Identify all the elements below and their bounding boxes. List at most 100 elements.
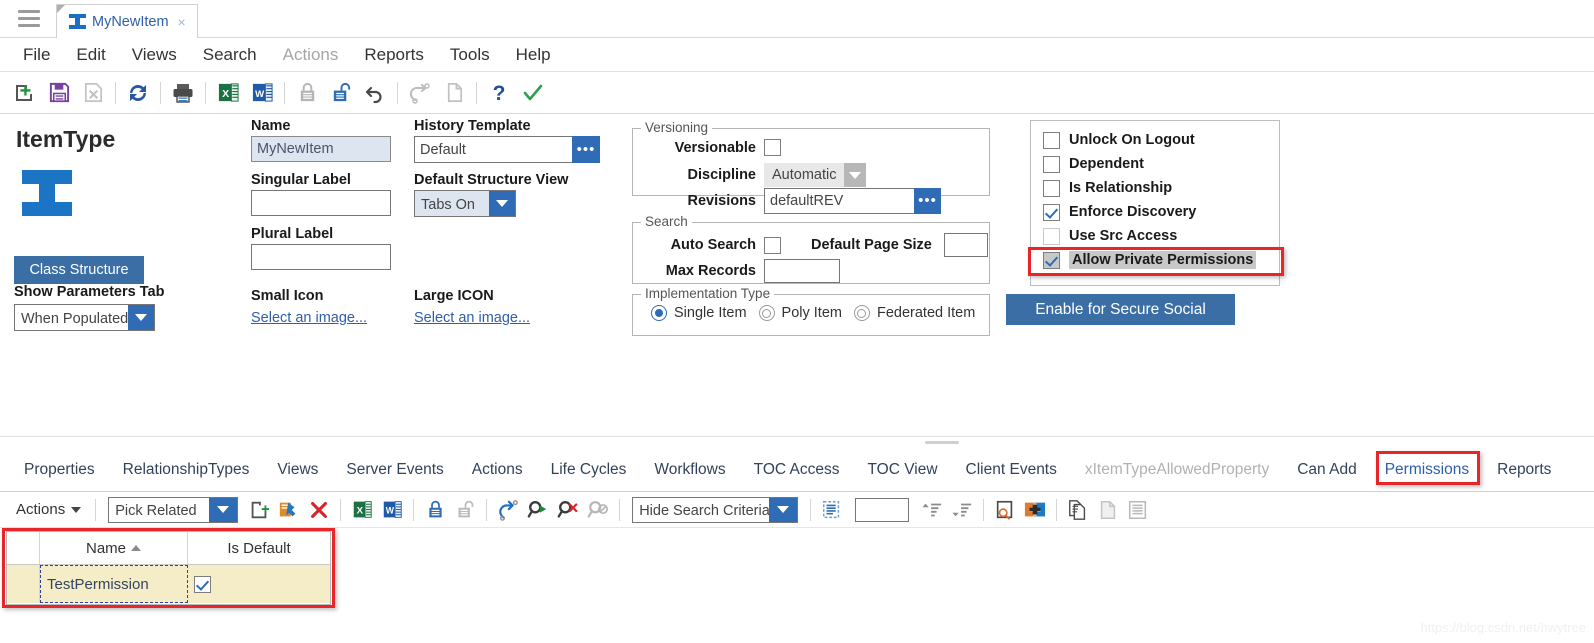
history-template-input[interactable]: Default bbox=[414, 136, 572, 163]
grid-header-is-default[interactable]: Is Default bbox=[188, 532, 330, 564]
search-in-page-icon[interactable] bbox=[990, 496, 1020, 524]
new-item-icon[interactable] bbox=[8, 76, 42, 110]
tab-client-events[interactable]: Client Events bbox=[952, 461, 1071, 479]
tab-views[interactable]: Views bbox=[263, 461, 332, 479]
singular-label-input[interactable] bbox=[251, 190, 391, 216]
small-icon-select-link[interactable]: Select an image... bbox=[251, 310, 367, 326]
refresh-icon[interactable] bbox=[121, 76, 155, 110]
revisions-input[interactable]: defaultREV bbox=[764, 188, 914, 214]
chevron-down-icon[interactable] bbox=[844, 163, 867, 187]
sort-ascending-icon[interactable] bbox=[917, 496, 947, 524]
tab-server-events[interactable]: Server Events bbox=[332, 461, 457, 479]
tab-workflows[interactable]: Workflows bbox=[640, 461, 739, 479]
print-icon[interactable] bbox=[166, 76, 200, 110]
default-page-size-input[interactable] bbox=[943, 233, 988, 257]
done-icon[interactable] bbox=[516, 76, 550, 110]
radio-federated-item[interactable] bbox=[853, 305, 870, 321]
radio-poly-item[interactable] bbox=[758, 305, 775, 321]
unlock-icon[interactable] bbox=[324, 76, 358, 110]
delete-row-icon[interactable] bbox=[304, 496, 334, 524]
flag-dependent[interactable]: Dependent bbox=[1031, 152, 1279, 176]
use-src-access-checkbox[interactable] bbox=[1043, 227, 1060, 245]
lock-icon[interactable] bbox=[420, 496, 450, 524]
tab-permissions[interactable]: Permissions bbox=[1371, 461, 1483, 479]
menu-item-file[interactable]: File bbox=[10, 43, 63, 67]
grid-header-name[interactable]: Name bbox=[40, 532, 188, 564]
max-records-input[interactable] bbox=[764, 259, 840, 283]
run-search-icon[interactable] bbox=[523, 496, 553, 524]
close-icon[interactable]: × bbox=[178, 15, 186, 29]
chevron-down-icon[interactable] bbox=[489, 191, 515, 216]
tab-properties[interactable]: Properties bbox=[10, 461, 109, 479]
grid-actions-menu[interactable]: Actions bbox=[8, 501, 89, 518]
menu-item-reports[interactable]: Reports bbox=[351, 43, 437, 67]
flag-is-relationship[interactable]: Is Relationship bbox=[1031, 176, 1279, 200]
flag-enforce-discovery[interactable]: Enforce Discovery bbox=[1031, 200, 1279, 224]
export-word-icon[interactable]: W bbox=[245, 76, 279, 110]
help-icon[interactable]: ? bbox=[482, 76, 516, 110]
is-relationship-checkbox[interactable] bbox=[1043, 179, 1060, 197]
revisions-label: Revisions bbox=[687, 193, 757, 209]
pick-item-icon[interactable] bbox=[274, 496, 304, 524]
revisions-browse-button[interactable]: ••• bbox=[914, 188, 941, 214]
tab-relationshiptypes[interactable]: RelationshipTypes bbox=[109, 461, 264, 479]
allow-private-permissions-checkbox[interactable] bbox=[1043, 251, 1060, 269]
menu-item-search[interactable]: Search bbox=[190, 43, 270, 67]
menu-item-views[interactable]: Views bbox=[119, 43, 190, 67]
is-default-checkbox[interactable] bbox=[194, 575, 211, 593]
undo-icon[interactable] bbox=[358, 76, 392, 110]
flag-use-src-access[interactable]: Use Src Access bbox=[1031, 224, 1279, 248]
hamburger-menu-icon[interactable] bbox=[18, 10, 40, 27]
flag-unlock-on-logout[interactable]: Unlock On Logout bbox=[1031, 128, 1279, 152]
tab-actions[interactable]: Actions bbox=[458, 461, 537, 479]
unlock-on-logout-checkbox[interactable] bbox=[1043, 131, 1060, 149]
new-relationship-icon[interactable] bbox=[244, 496, 274, 524]
default-structure-view-select[interactable]: Tabs On bbox=[414, 190, 516, 217]
plural-label-input[interactable] bbox=[251, 244, 391, 270]
versionable-row: Versionable bbox=[651, 139, 981, 156]
versionable-checkbox[interactable] bbox=[764, 139, 781, 156]
chevron-down-icon[interactable] bbox=[128, 305, 154, 330]
tab-reports[interactable]: Reports bbox=[1483, 461, 1565, 479]
class-structure-button[interactable]: Class Structure bbox=[14, 256, 144, 284]
clear-search-icon[interactable] bbox=[553, 496, 583, 524]
hide-search-criteria-select[interactable]: Hide Search Criteria bbox=[632, 496, 799, 523]
pane-splitter[interactable] bbox=[0, 436, 1594, 448]
splitter-handle[interactable] bbox=[925, 441, 959, 444]
tab-toc-access[interactable]: TOC Access bbox=[740, 461, 854, 479]
document-tab-mynewitem[interactable]: MyNewItem × bbox=[56, 4, 198, 38]
page-number-input[interactable] bbox=[855, 497, 910, 522]
promote-icon[interactable] bbox=[493, 496, 523, 524]
dependent-checkbox[interactable] bbox=[1043, 155, 1060, 173]
tab-can-add[interactable]: Can Add bbox=[1283, 461, 1370, 479]
flag-allow-private-permissions[interactable]: Allow Private Permissions bbox=[1031, 248, 1279, 272]
row-is-default-cell[interactable] bbox=[188, 565, 330, 603]
enable-for-secure-social-button[interactable]: Enable for Secure Social bbox=[1006, 294, 1235, 325]
export-excel-icon[interactable]: X bbox=[347, 496, 377, 524]
tab-toc-view[interactable]: TOC View bbox=[853, 461, 951, 479]
chevron-down-icon[interactable] bbox=[769, 497, 798, 522]
menu-item-help[interactable]: Help bbox=[503, 43, 564, 67]
menu-item-tools[interactable]: Tools bbox=[437, 43, 503, 67]
chevron-down-icon[interactable] bbox=[209, 497, 238, 522]
radio-single-item[interactable] bbox=[651, 305, 667, 321]
add-column-icon[interactable] bbox=[1020, 496, 1050, 524]
export-word-icon[interactable]: W bbox=[377, 496, 407, 524]
show-parameters-tab-select[interactable]: When Populated bbox=[14, 304, 155, 331]
discipline-select[interactable]: Automatic bbox=[764, 163, 867, 187]
sort-descending-icon[interactable] bbox=[947, 496, 977, 524]
enforce-discovery-checkbox[interactable] bbox=[1043, 203, 1060, 221]
copy-icon[interactable] bbox=[1063, 496, 1093, 524]
tab-life-cycles[interactable]: Life Cycles bbox=[537, 461, 641, 479]
select-all-icon[interactable] bbox=[817, 496, 847, 524]
name-input[interactable]: MyNewItem bbox=[251, 136, 391, 162]
menu-item-edit[interactable]: Edit bbox=[63, 43, 118, 67]
auto-search-checkbox[interactable] bbox=[764, 236, 781, 254]
large-icon-select-link[interactable]: Select an image... bbox=[414, 310, 530, 326]
export-excel-icon[interactable]: X bbox=[211, 76, 245, 110]
row-name-cell[interactable]: TestPermission bbox=[40, 565, 188, 603]
save-icon[interactable] bbox=[42, 76, 76, 110]
history-template-browse-button[interactable]: ••• bbox=[572, 136, 600, 163]
pick-related-select[interactable]: Pick Related bbox=[108, 496, 239, 523]
table-row[interactable]: TestPermission bbox=[7, 565, 330, 603]
